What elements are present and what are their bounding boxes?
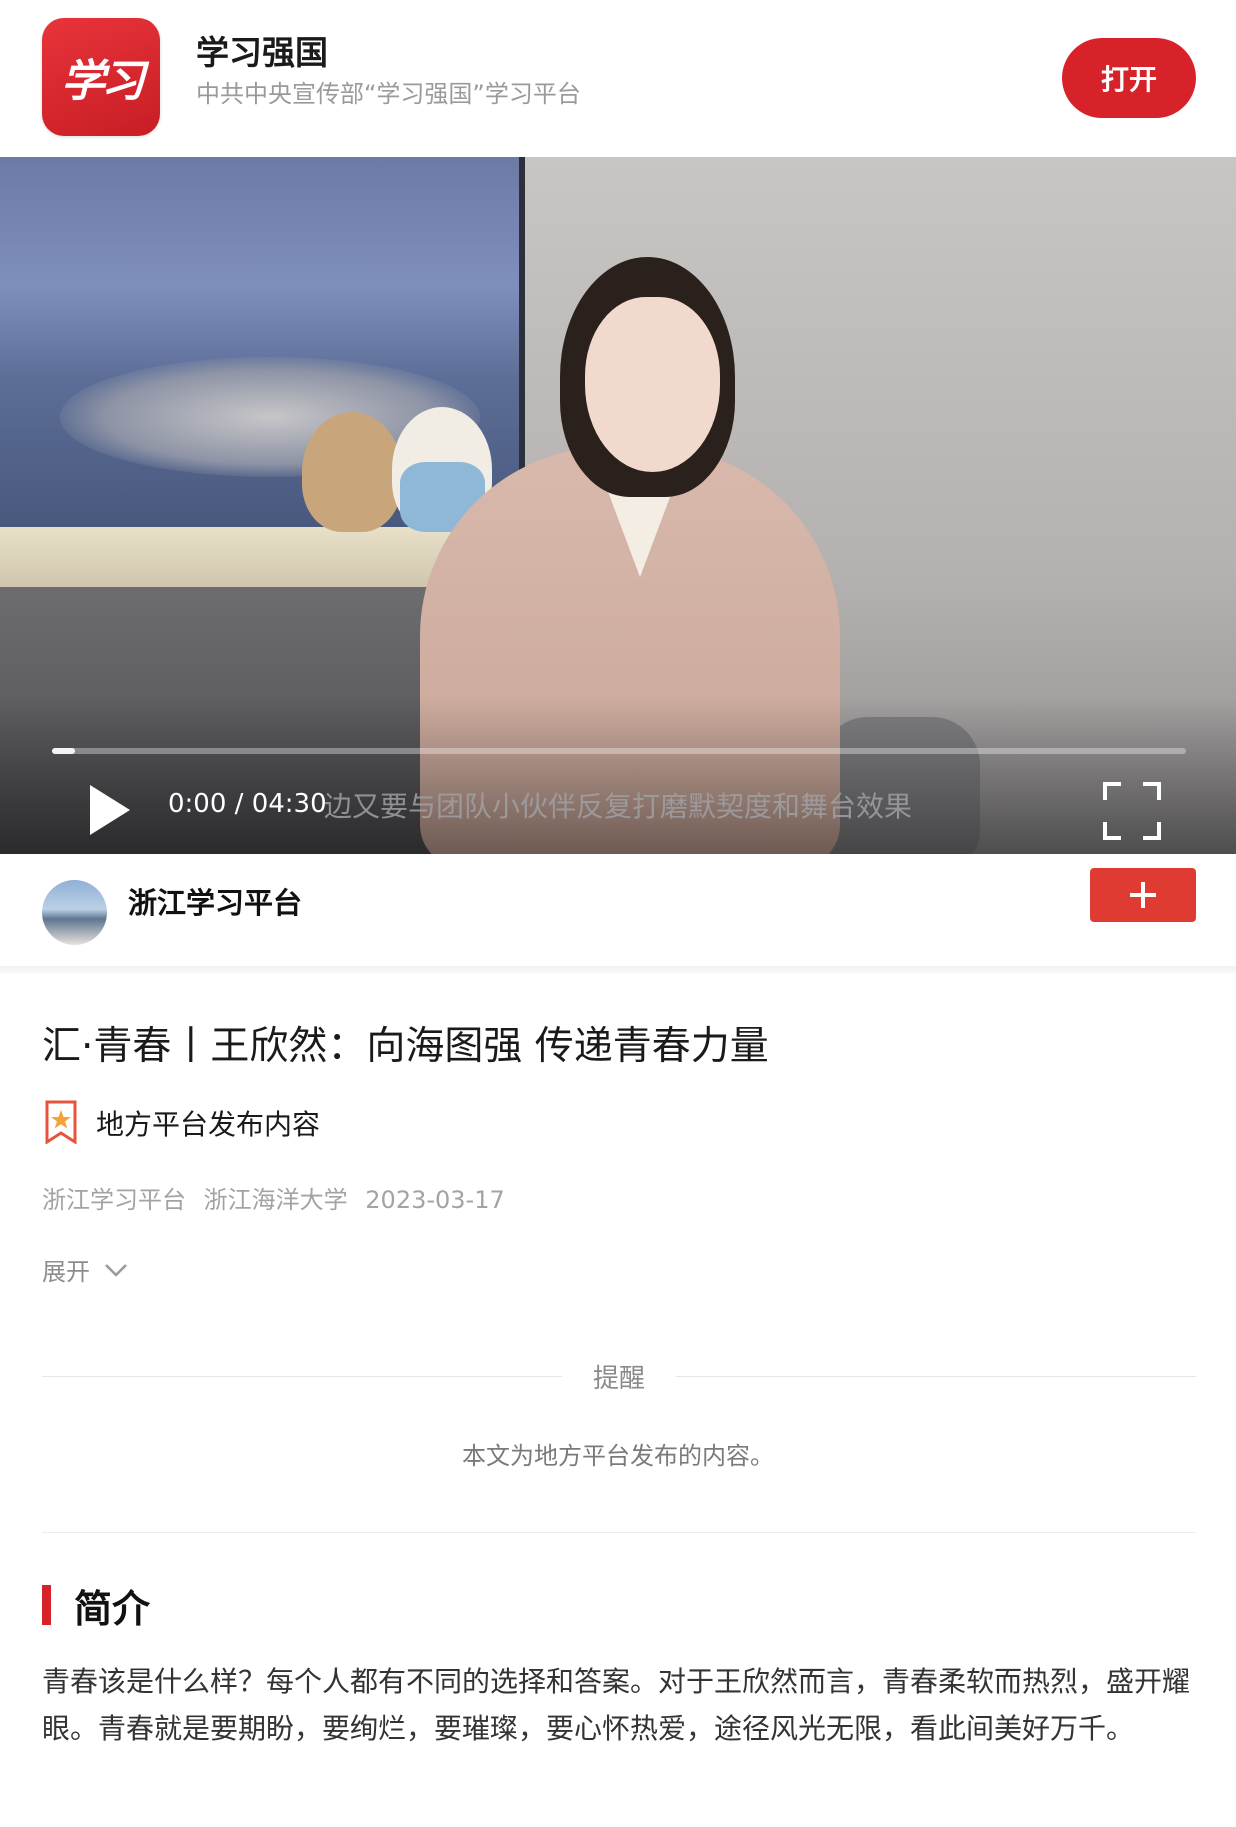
meta-date: 2023-03-17 (365, 1186, 505, 1214)
article-title: 汇·青春丨王欣然：向海图强 传递青春力量 (42, 1024, 769, 1069)
meta-author: 浙江海洋大学 (203, 1186, 348, 1214)
app-name: 学习强国 (196, 33, 328, 72)
intro-heading: 简介 (74, 1587, 151, 1631)
content-divider (42, 1532, 1196, 1533)
article-meta: 浙江学习平台 浙江海洋大学 2023-03-17 (42, 1180, 515, 1215)
follow-button[interactable] (1090, 868, 1196, 922)
publisher-avatar[interactable] (42, 880, 107, 945)
meta-source: 浙江学习平台 (42, 1186, 186, 1214)
reminder-title: 提醒 (592, 1364, 645, 1394)
chevron-down-icon (105, 1263, 127, 1277)
video-frame-teddy-bear (302, 412, 402, 532)
intro-paragraph: 青春该是什么样？每个人都有不同的选择和答案。对于王欣然而言，青春柔软而热烈，盛开… (42, 1665, 1191, 1745)
video-subtitle: 边又要与团队小伙伴反复打磨默契度和舞台效果 (324, 790, 913, 823)
plus-icon (1130, 882, 1156, 908)
video-time: 0:00 / 04:30 (168, 789, 327, 819)
current-time: 0:00 (168, 789, 227, 819)
video-progress-fill (52, 748, 75, 754)
reminder-divider-left (42, 1376, 562, 1377)
duration: 04:30 (251, 789, 327, 819)
publisher-row: 浙江学习平台 (0, 854, 1236, 972)
open-app-button[interactable]: 打开 (1062, 38, 1196, 118)
app-description: 中共中央宣传部“学习强国”学习平台 (196, 80, 581, 108)
reminder-divider-right (676, 1376, 1196, 1377)
play-icon[interactable] (84, 781, 134, 839)
app-download-banner: 学习 学习强国 中共中央宣传部“学习强国”学习平台 打开 (0, 0, 1236, 157)
time-separator: / (234, 789, 244, 819)
intro-accent-bar (42, 1585, 51, 1625)
reminder-text: 本文为地方平台发布的内容。 (462, 1442, 774, 1470)
publisher-name[interactable]: 浙江学习平台 (128, 880, 302, 922)
fullscreen-icon[interactable] (1101, 780, 1163, 842)
expand-label: 展开 (42, 1258, 90, 1286)
video-player[interactable]: 0:00 / 04:30 边又要与团队小伙伴反复打磨默契度和舞台效果 (0, 157, 1236, 854)
app-logo-icon: 学习 (42, 18, 160, 136)
bookmark-star-icon (45, 1100, 77, 1144)
video-frame-person-face (585, 297, 720, 472)
local-platform-badge: 地方平台发布内容 (96, 1108, 321, 1141)
video-controls-gradient (0, 697, 1236, 854)
video-progress-bar[interactable] (52, 748, 1186, 754)
section-divider (0, 966, 1236, 974)
expand-button[interactable]: 展开 (42, 1252, 128, 1287)
app-logo-text: 学习 (61, 56, 145, 107)
